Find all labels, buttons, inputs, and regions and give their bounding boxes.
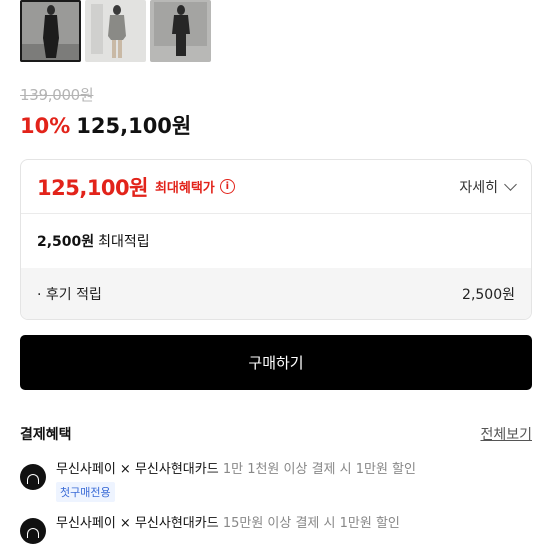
product-image-3 <box>150 0 211 62</box>
thumbnail-look-1[interactable] <box>20 0 81 62</box>
payment-benefit-item[interactable]: 무신사페이 × 무신사현대카드 1만 1천원 이상 결제 시 1만원 할인 첫구… <box>20 458 532 502</box>
points-row: 2,500원 최대적립 <box>21 214 531 268</box>
payment-benefit-line: 무신사페이 × 무신사현대카드 1만 1천원 이상 결제 시 1만원 할인 <box>56 458 416 477</box>
points-amount: 2,500원 <box>37 234 95 250</box>
payment-benefit-item[interactable]: 무신사페이 × 무신사현대카드 15만원 이상 결제 시 1만원 할인 <box>20 512 532 544</box>
musinsa-pay-logo-icon <box>20 464 46 490</box>
payment-benefit-condition: 1만 1천원 이상 결제 시 1만원 할인 <box>222 462 416 477</box>
review-points-label: · 후기 적립 <box>37 287 102 303</box>
payment-benefit-name: 무신사페이 × 무신사현대카드 <box>56 516 219 531</box>
product-image-2 <box>85 0 146 62</box>
review-points-value: 2,500원 <box>462 287 515 303</box>
see-all-link[interactable]: 전체보기 <box>480 424 532 444</box>
max-benefit-price: 125,100원 <box>37 175 148 200</box>
payment-benefit-text: 무신사페이 × 무신사현대카드 15만원 이상 결제 시 1만원 할인 <box>56 512 400 531</box>
original-price: 139,000원 <box>20 86 94 104</box>
musinsa-pay-logo-icon <box>20 518 46 544</box>
payment-benefit-line: 무신사페이 × 무신사현대카드 15만원 이상 결제 시 1만원 할인 <box>56 512 400 531</box>
max-benefit-box: 125,100원 최대혜택가 i 자세히 2,500원 최대적립 · 후기 적립… <box>20 159 532 320</box>
thumbnail-look-2[interactable] <box>85 0 146 62</box>
product-image-1 <box>20 0 81 62</box>
payment-benefits-title: 결제혜택 <box>20 427 72 443</box>
payment-benefit-name: 무신사페이 × 무신사현대카드 <box>56 462 219 477</box>
payment-benefit-condition: 15만원 이상 결제 시 1만원 할인 <box>222 516 400 531</box>
detail-label: 자세히 <box>459 179 498 196</box>
points-label: 최대적립 <box>98 234 150 250</box>
sale-price: 125,100원 <box>76 114 192 138</box>
thumbnail-gallery <box>20 0 211 62</box>
first-purchase-tag: 첫구매전용 <box>56 482 115 502</box>
detail-toggle-button[interactable]: 자세히 <box>459 177 517 197</box>
buy-button[interactable]: 구매하기 <box>20 335 532 390</box>
thumbnail-look-3[interactable] <box>150 0 211 62</box>
payment-benefits-header: 결제혜택 전체보기 <box>20 424 532 444</box>
max-benefit-label: 최대혜택가 <box>154 181 215 196</box>
payment-benefit-text: 무신사페이 × 무신사현대카드 1만 1천원 이상 결제 시 1만원 할인 첫구… <box>56 458 416 502</box>
info-icon[interactable]: i <box>219 179 235 194</box>
discount-rate: 10% <box>20 114 71 138</box>
max-benefit-row: 125,100원 최대혜택가 i 자세히 <box>21 160 531 214</box>
price-row: 10% 125,100원 <box>20 110 191 140</box>
review-points-row: · 후기 적립 2,500원 <box>21 268 531 319</box>
chevron-down-icon <box>504 177 517 191</box>
